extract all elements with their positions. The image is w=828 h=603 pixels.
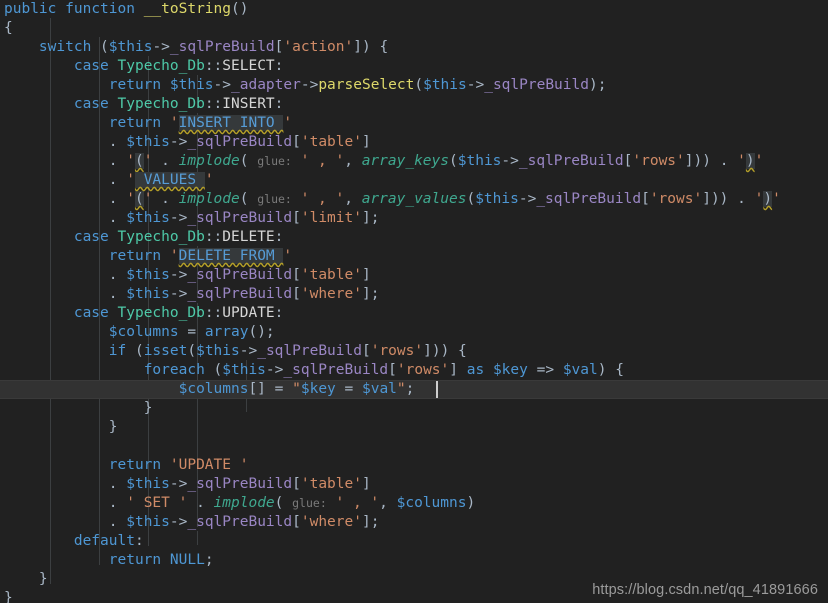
sql-injection-fragment: ( bbox=[134, 191, 144, 207]
code-line[interactable]: switch ($this->_sqlPreBuild['action']) { bbox=[0, 38, 828, 57]
sql-injection-fragment: INSERT INTO bbox=[178, 115, 284, 131]
sql-injection-fragment: ) bbox=[745, 153, 755, 169]
code-line[interactable]: return NULL; bbox=[0, 551, 828, 570]
code-line[interactable]: return 'DELETE FROM ' bbox=[0, 247, 828, 266]
code-line[interactable]: . ' VALUES ' bbox=[0, 171, 828, 190]
parameter-hint: glue: bbox=[257, 154, 292, 168]
code-line[interactable]: return 'INSERT INTO ' bbox=[0, 114, 828, 133]
code-line[interactable]: . $this->_sqlPreBuild['where']; bbox=[0, 285, 828, 304]
code-line[interactable]: default: bbox=[0, 532, 828, 551]
code-line[interactable]: . '(' . implode( glue: ' , ', array_keys… bbox=[0, 152, 828, 171]
code-line[interactable]: case Typecho_Db::DELETE: bbox=[0, 228, 828, 247]
code-line[interactable] bbox=[0, 437, 828, 456]
code-line[interactable]: . $this->_sqlPreBuild['limit']; bbox=[0, 209, 828, 228]
code-line[interactable]: . ' SET ' . implode( glue: ' , ', $colum… bbox=[0, 494, 828, 513]
code-line[interactable]: case Typecho_Db::INSERT: bbox=[0, 95, 828, 114]
code-line[interactable]: . $this->_sqlPreBuild['table'] bbox=[0, 475, 828, 494]
code-line[interactable]: . $this->_sqlPreBuild['where']; bbox=[0, 513, 828, 532]
code-line[interactable]: . $this->_sqlPreBuild['table'] bbox=[0, 133, 828, 152]
code-line[interactable]: $columns = array(); bbox=[0, 323, 828, 342]
parameter-hint: glue: bbox=[257, 192, 292, 206]
code-line[interactable]: return $this->_adapter->parseSelect($thi… bbox=[0, 76, 828, 95]
watermark-text: https://blog.csdn.net/qq_41891666 bbox=[592, 582, 818, 598]
code-line[interactable]: case Typecho_Db::SELECT: bbox=[0, 57, 828, 76]
code-line[interactable]: if (isset($this->_sqlPreBuild['rows'])) … bbox=[0, 342, 828, 361]
code-line[interactable]: } bbox=[0, 399, 828, 418]
code-line-current[interactable]: $columns[] = "$key = $val"; bbox=[0, 380, 828, 399]
code-line[interactable]: public function __toString() bbox=[0, 0, 828, 19]
sql-injection-fragment: VALUES bbox=[134, 172, 205, 188]
code-line[interactable]: . $this->_sqlPreBuild['table'] bbox=[0, 266, 828, 285]
parameter-hint: glue: bbox=[292, 496, 327, 510]
code-line[interactable]: } bbox=[0, 418, 828, 437]
code-editor-viewport[interactable]: public function __toString() { switch ($… bbox=[0, 0, 828, 603]
text-caret bbox=[436, 381, 438, 398]
code-line[interactable]: foreach ($this->_sqlPreBuild['rows'] as … bbox=[0, 361, 828, 380]
code-line[interactable]: return 'UPDATE ' bbox=[0, 456, 828, 475]
sql-injection-fragment: ) bbox=[763, 191, 773, 207]
code-line[interactable]: case Typecho_Db::UPDATE: bbox=[0, 304, 828, 323]
code-line[interactable]: . '(' . implode( glue: ' , ', array_valu… bbox=[0, 190, 828, 209]
sql-injection-fragment: ( bbox=[134, 153, 144, 169]
sql-injection-fragment: DELETE FROM bbox=[178, 248, 284, 264]
code-line[interactable]: { bbox=[0, 19, 828, 38]
code-content[interactable]: public function __toString() { switch ($… bbox=[0, 0, 828, 603]
